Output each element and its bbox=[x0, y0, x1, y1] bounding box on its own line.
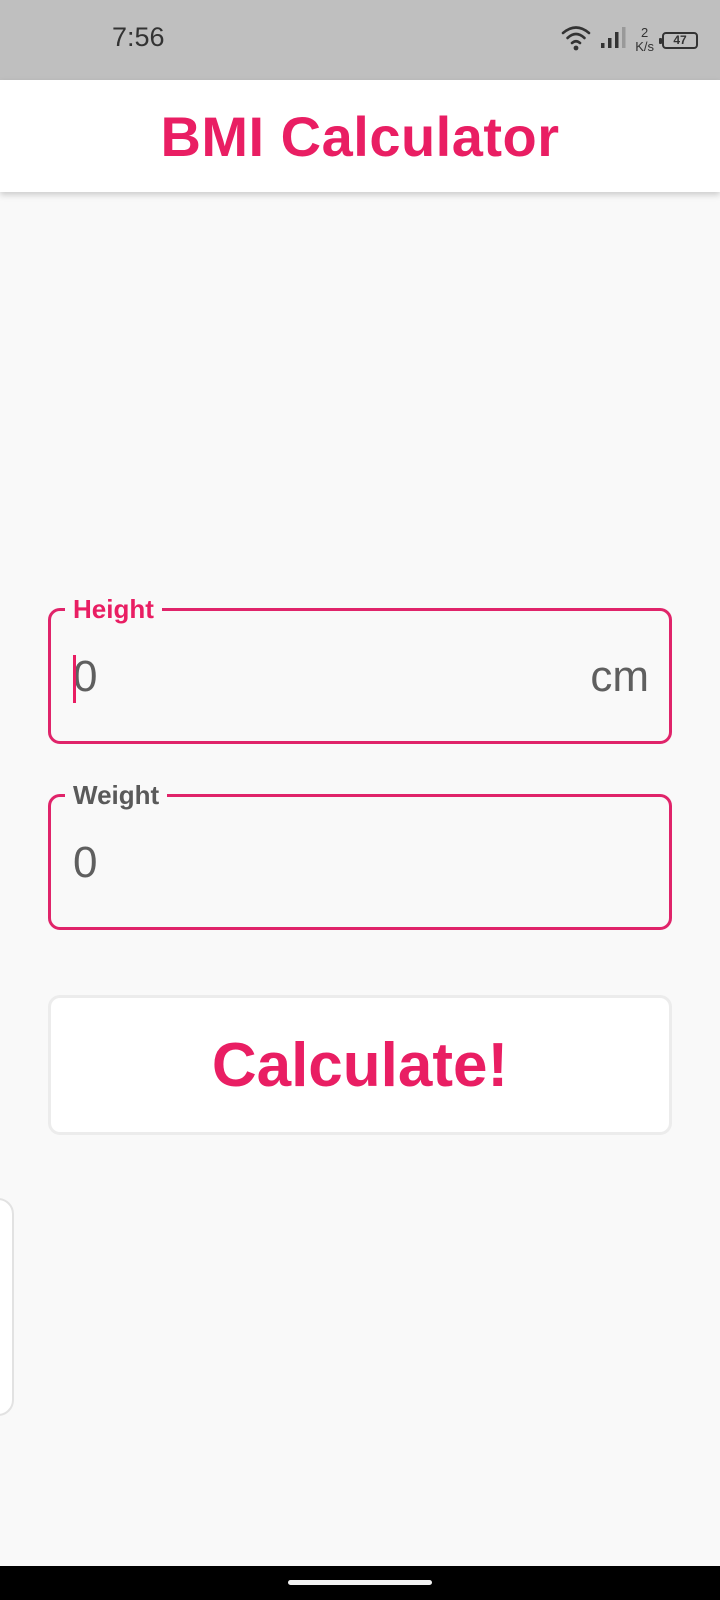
navigation-bar bbox=[0, 1566, 720, 1600]
floating-side-tab[interactable] bbox=[0, 1198, 14, 1416]
calculate-button[interactable]: Calculate! bbox=[48, 995, 672, 1135]
network-speed: 2 K/s bbox=[635, 26, 654, 54]
battery-icon: 47 bbox=[659, 31, 698, 49]
height-input-value[interactable]: 0 bbox=[73, 649, 97, 705]
height-label: Height bbox=[65, 593, 162, 625]
weight-input-value[interactable]: 0 bbox=[73, 835, 97, 891]
network-speed-unit: K/s bbox=[635, 39, 654, 54]
calculate-button-label: Calculate! bbox=[211, 1030, 509, 1100]
network-speed-value: 2 bbox=[640, 25, 649, 40]
app-title: BMI Calculator bbox=[160, 104, 560, 168]
app-bar: BMI Calculator bbox=[0, 80, 720, 192]
height-unit-suffix: cm bbox=[590, 652, 649, 701]
status-bar: 7:56 2 K/s 47 bbox=[0, 0, 720, 80]
home-indicator[interactable] bbox=[288, 1580, 432, 1585]
weight-field[interactable]: Weight 0 bbox=[48, 779, 672, 930]
status-time: 7:56 bbox=[112, 22, 165, 52]
height-field[interactable]: Height 0 cm bbox=[48, 593, 672, 744]
weight-label: Weight bbox=[65, 779, 168, 811]
status-icons: 2 K/s 47 bbox=[561, 22, 698, 58]
wifi-icon bbox=[561, 24, 591, 57]
signal-icon bbox=[599, 25, 627, 56]
text-cursor bbox=[73, 655, 76, 703]
battery-level: 47 bbox=[673, 33, 687, 47]
